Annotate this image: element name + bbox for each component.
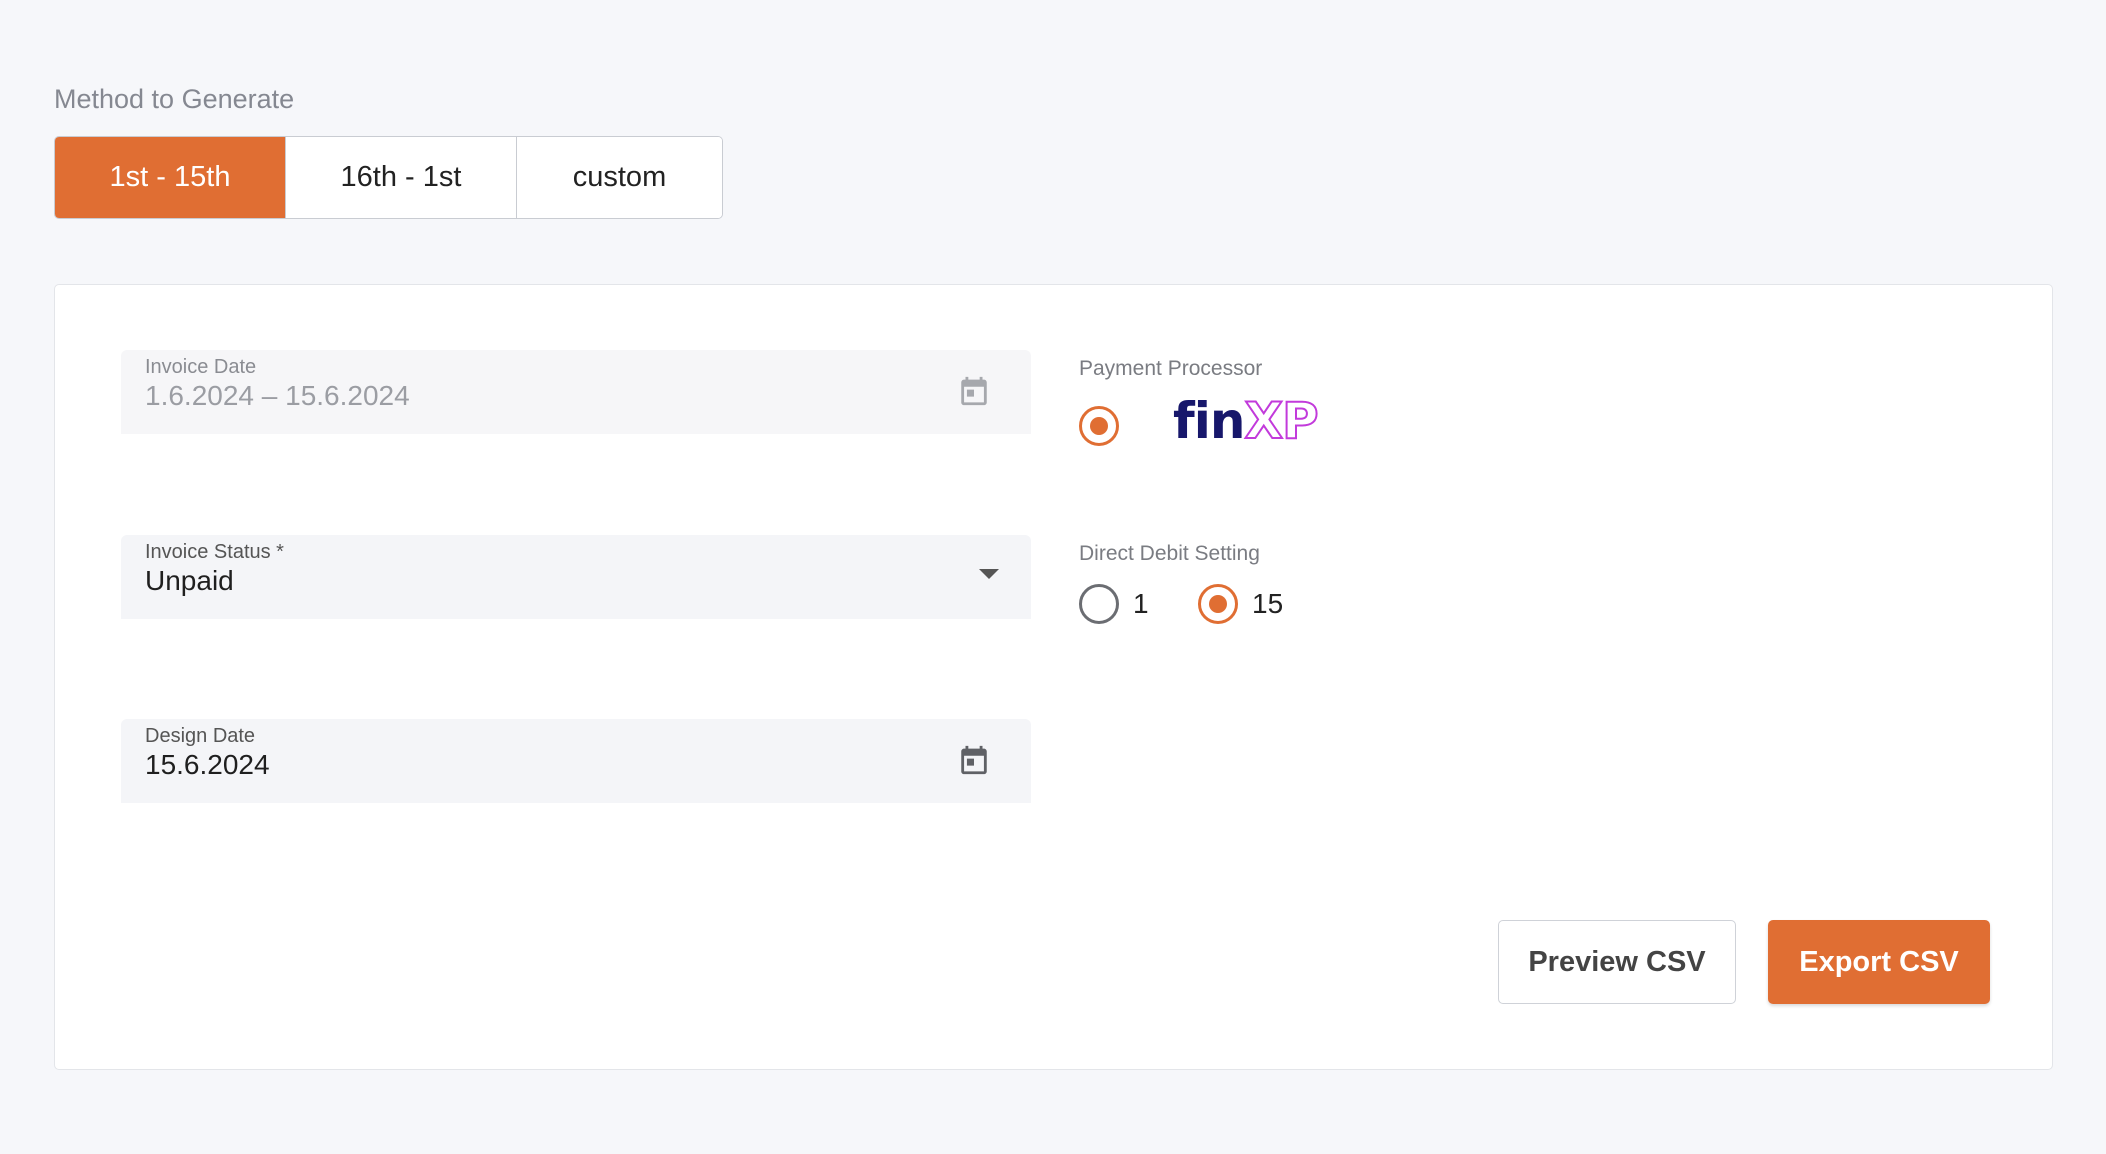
direct-debit-radio-1[interactable]: [1079, 584, 1119, 624]
direct-debit-option-1-label: 1: [1133, 588, 1149, 619]
design-date-value: 15.6.2024: [145, 749, 270, 780]
design-date-field[interactable]: Design Date 15.6.2024: [121, 719, 1031, 803]
method-to-generate-label: Method to Generate: [54, 84, 295, 114]
invoice-date-label: Invoice Date: [145, 356, 257, 378]
method-option-1st-15th[interactable]: 1st - 15th: [55, 137, 286, 218]
method-option-16th-1st[interactable]: 16th - 1st: [286, 137, 517, 218]
calendar-icon[interactable]: [957, 741, 991, 779]
dropdown-caret-icon[interactable]: [979, 569, 999, 579]
payment-processor-label: Payment Processor: [1079, 357, 1263, 380]
method-segmented-control: 1st - 15th 16th - 1st custom: [54, 136, 723, 219]
payment-processor-radio-finxp[interactable]: [1079, 406, 1119, 446]
preview-csv-button[interactable]: Preview CSV: [1498, 920, 1736, 1004]
page: Method to Generate 1st - 15th 16th - 1st…: [0, 0, 2106, 1154]
invoice-date-field[interactable]: Invoice Date 1.6.2024 – 15.6.2024: [121, 350, 1031, 434]
invoice-status-value: Unpaid: [145, 565, 234, 596]
direct-debit-option-15-label: 15: [1252, 588, 1284, 619]
export-settings-card: Invoice Date 1.6.2024 – 15.6.2024 Invoic…: [54, 284, 2053, 1070]
direct-debit-setting-label: Direct Debit Setting: [1079, 542, 1260, 565]
calendar-icon: [961, 376, 987, 406]
export-csv-button[interactable]: Export CSV: [1768, 920, 1990, 1004]
design-date-label: Design Date: [145, 725, 256, 747]
invoice-status-label: Invoice Status *: [145, 541, 284, 563]
method-option-custom[interactable]: custom: [517, 137, 722, 218]
invoice-status-select[interactable]: Invoice Status * Unpaid: [121, 535, 1031, 619]
invoice-date-value: 1.6.2024 – 15.6.2024: [145, 380, 410, 411]
direct-debit-radio-15[interactable]: [1198, 584, 1238, 624]
finxp-logo: finXP: [1173, 392, 1320, 450]
